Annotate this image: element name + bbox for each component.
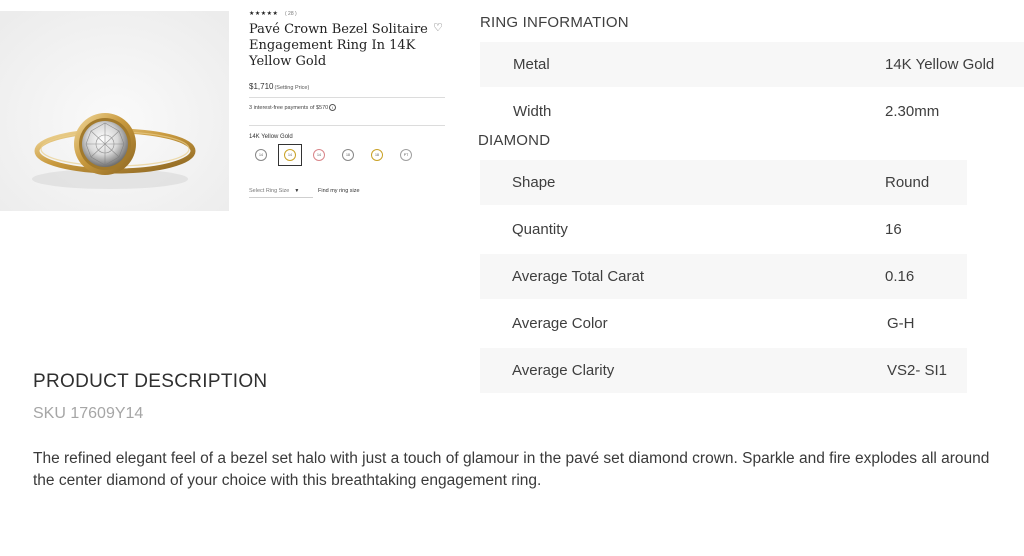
ring-size-select[interactable]: Select Ring Size ▼	[249, 188, 299, 194]
product-image[interactable]	[0, 11, 229, 211]
spec-value: 16	[885, 221, 902, 238]
spec-row-shape: Shape Round	[480, 160, 967, 205]
spec-key: Average Total Carat	[512, 268, 645, 285]
spec-value: Round	[885, 174, 930, 191]
wishlist-heart-icon[interactable]: ♡	[433, 21, 443, 34]
swatch-circle: 18	[371, 149, 383, 161]
swatch-circle: 14	[313, 149, 325, 161]
spec-value: 0.16	[885, 268, 915, 285]
spec-key: Metal	[513, 56, 550, 73]
swatch-label: 14	[259, 153, 263, 157]
spec-row-metal: Metal 14K Yellow Gold	[480, 42, 1024, 87]
metal-swatch-14k-rose-gold[interactable]: 14	[307, 144, 331, 166]
swatch-circle: PT	[400, 149, 412, 161]
ring-information-heading: RING INFORMATION	[480, 14, 629, 31]
spec-row-quantity: Quantity 16	[480, 207, 967, 252]
selected-metal-label: 14K Yellow Gold	[249, 134, 293, 140]
spec-key: Shape	[512, 174, 556, 191]
swatch-label: 14	[317, 153, 321, 157]
metal-swatch-18k-yellow-gold[interactable]: 18	[365, 144, 389, 166]
swatch-label: 14	[288, 153, 292, 157]
swatch-label: 18	[346, 153, 350, 157]
spec-row-width: Width 2.30mm	[480, 89, 1024, 134]
spec-row-average-color: Average Color G-H	[480, 301, 967, 346]
price-note: (Setting Price)	[274, 85, 310, 91]
spec-value: 2.30mm	[885, 103, 940, 120]
swatch-label: 18	[375, 153, 379, 157]
price-row: $1,710(Setting Price)	[249, 82, 309, 91]
spec-key: Quantity	[512, 221, 568, 238]
spec-key: Average Color	[512, 315, 608, 332]
swatch-label: PT	[403, 153, 409, 157]
divider	[249, 97, 445, 98]
spec-row-average-clarity: Average Clarity VS2- SI1	[480, 348, 967, 393]
divider	[249, 125, 445, 126]
ring-illustration	[0, 11, 229, 211]
metal-swatch-14k-yellow-gold[interactable]: 14	[278, 144, 302, 166]
chevron-down-icon: ▼	[294, 188, 300, 194]
metal-swatch-18k-white-gold[interactable]: 18	[336, 144, 360, 166]
info-icon[interactable]: i	[329, 104, 337, 111]
spec-row-average-total-carat: Average Total Carat 0.16	[480, 254, 967, 299]
sku-text: SKU 17609Y14	[33, 405, 144, 422]
select-underline	[249, 197, 313, 198]
ring-size-placeholder: Select Ring Size	[249, 188, 290, 194]
spec-value: VS2- SI1	[887, 362, 948, 379]
metal-swatch-14k-white-gold[interactable]: 14	[249, 144, 273, 166]
diamond-heading: DIAMOND	[478, 132, 551, 149]
spec-value: 14K Yellow Gold	[885, 56, 995, 73]
installments-info: 3 interest-free payments of $570 i	[249, 104, 337, 111]
product-description-heading: PRODUCT DESCRIPTION	[33, 371, 268, 392]
spec-value: G-H	[887, 315, 915, 332]
installments-text: 3 interest-free payments of $570	[249, 105, 329, 111]
description-text: The refined elegant feel of a bezel set …	[33, 450, 990, 489]
find-ring-size-link[interactable]: Find my ring size	[318, 188, 360, 194]
product-title: Pavé Crown Bezel Solitaire Engagement Ri…	[249, 22, 428, 69]
spec-key: Width	[513, 103, 552, 120]
price: $1,710	[249, 82, 274, 91]
swatch-circle: 18	[342, 149, 354, 161]
rating-stars[interactable]: ★★★★★	[249, 10, 278, 17]
swatch-circle: 14	[255, 149, 267, 161]
metal-swatch-platinum[interactable]: PT	[394, 144, 418, 166]
spec-key: Average Clarity	[512, 362, 615, 379]
swatch-circle: 14	[284, 149, 296, 161]
review-count[interactable]: ( 28 )	[285, 11, 297, 17]
